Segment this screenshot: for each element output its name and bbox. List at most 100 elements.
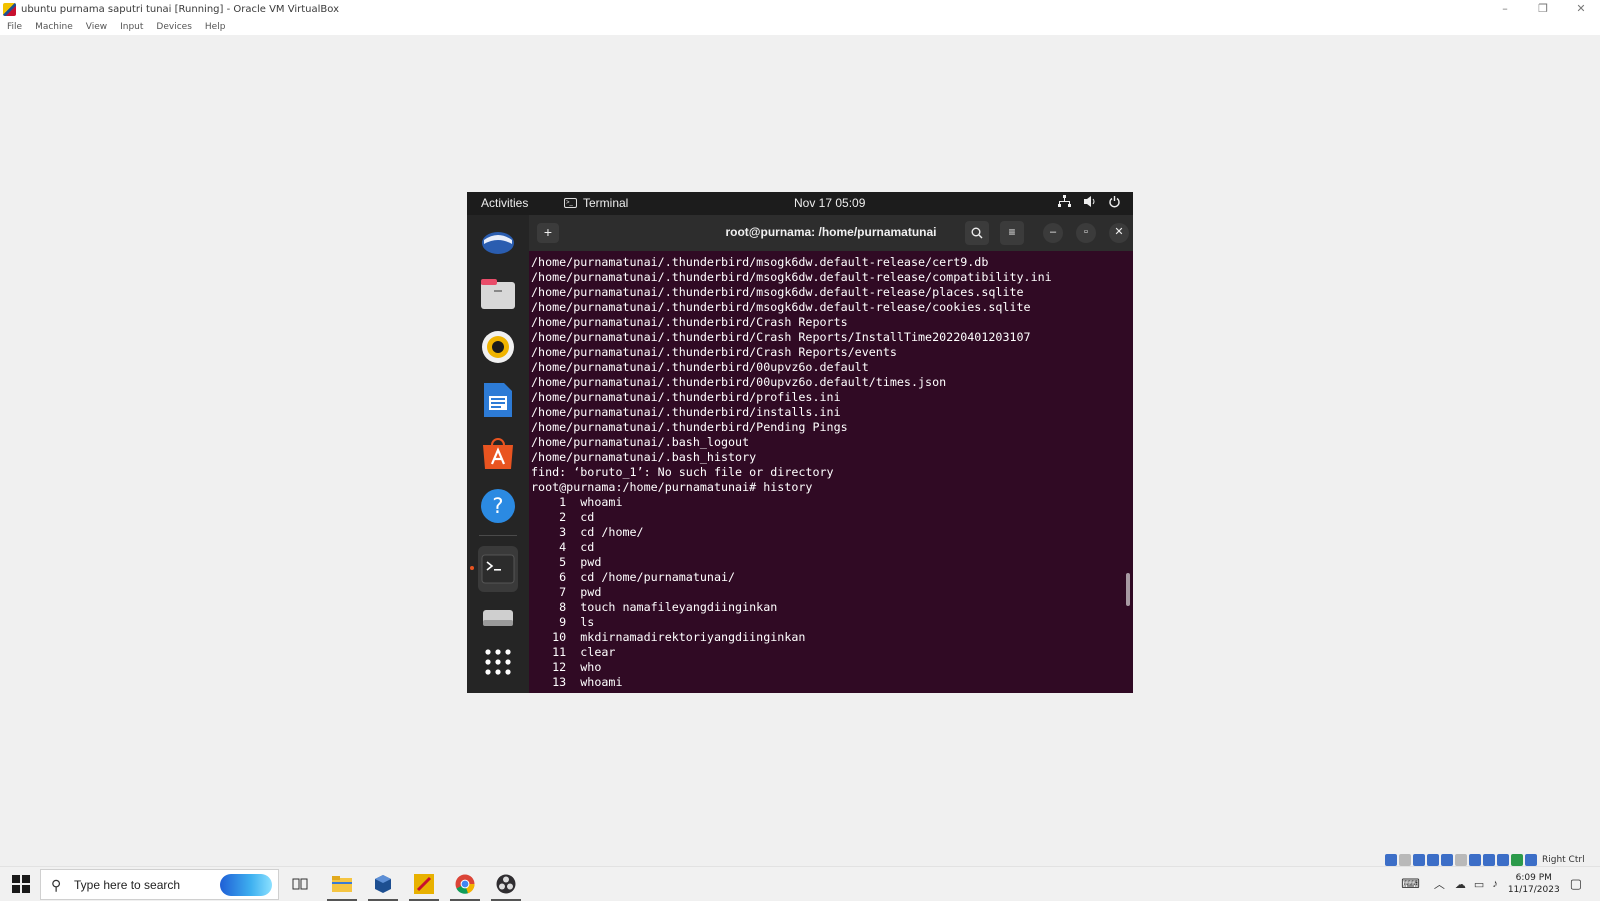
terminal-line: /home/purnamatunai/.thunderbird/msogk6dw… xyxy=(531,255,989,269)
app-menu-label: Terminal xyxy=(583,196,629,210)
terminal-line: /home/purnamatunai/.thunderbird/msogk6dw… xyxy=(531,285,1024,299)
taskbar-search[interactable]: ⚲ Type here to search xyxy=(40,869,279,900)
gnome-top-bar: Activities >_ Terminal Nov 17 05:09 xyxy=(467,192,1133,215)
mouse-status-icon[interactable] xyxy=(1511,853,1523,866)
display-status-icon[interactable] xyxy=(1469,853,1481,866)
terminal-icon[interactable] xyxy=(478,546,518,592)
task-view-icon[interactable] xyxy=(288,872,312,896)
obs-icon[interactable] xyxy=(491,872,521,901)
cpu-status-icon[interactable] xyxy=(1497,853,1509,866)
windows-taskbar: ⚲ Type here to search ⌨ ︿ ☁ ▭ ♪ 6:09 PM … xyxy=(0,866,1600,901)
hamburger-menu-icon[interactable]: ≡ xyxy=(1000,221,1024,245)
rhythmbox-icon[interactable] xyxy=(478,327,518,367)
show-hidden-icons-icon[interactable]: ︿ xyxy=(1434,876,1445,892)
terminal-line: 13 whoami xyxy=(531,675,623,689)
terminal-headerbar: + root@purnama: /home/purnamatunai ≡ – ▫… xyxy=(529,215,1133,251)
terminal-line: 8 touch namafileyangdiinginkan xyxy=(531,600,778,614)
windows-tray: ⌨ ︿ ☁ ▭ ♪ 6:09 PM 11/17/2023 ▢ xyxy=(1401,867,1600,901)
onedrive-icon[interactable]: ☁ xyxy=(1455,878,1466,891)
app-menu-terminal[interactable]: >_ Terminal xyxy=(564,196,628,210)
guest-screen[interactable]: Activities >_ Terminal Nov 17 05:09 ? + … xyxy=(467,192,1133,693)
maximize-icon[interactable]: ▫ xyxy=(1076,223,1096,243)
minimize-button[interactable]: – xyxy=(1486,0,1524,19)
terminal-line: find: ‘boruto_1’: No such file or direct… xyxy=(531,465,834,479)
dock-separator xyxy=(479,535,517,536)
files-icon[interactable] xyxy=(478,274,518,314)
shared-folder-status-icon[interactable] xyxy=(1455,853,1467,866)
drive-icon[interactable] xyxy=(478,603,518,633)
terminal-line: 12 who xyxy=(531,660,602,674)
power-icon[interactable] xyxy=(1108,195,1121,208)
terminal-line: /home/purnamatunai/.bash_logout xyxy=(531,435,750,449)
terminal-line: 4 cd xyxy=(531,540,595,554)
search-icon[interactable] xyxy=(965,221,989,245)
search-magnifier-icon: ⚲ xyxy=(51,877,62,893)
terminal-line: 9 ls xyxy=(531,615,595,629)
terminal-line: root@purnama:/home/purnamatunai# history xyxy=(531,480,813,494)
search-placeholder: Type here to search xyxy=(74,878,181,892)
keyboard-status-icon[interactable] xyxy=(1525,853,1537,866)
terminal-line: 10 mkdirnamadirektoriyangdiinginkan xyxy=(531,630,806,644)
menu-file[interactable]: File xyxy=(7,22,22,32)
terminal-line: /home/purnamatunai/.thunderbird/installs… xyxy=(531,405,841,419)
windows-clock[interactable]: 6:09 PM 11/17/2023 xyxy=(1508,872,1560,896)
menu-help[interactable]: Help xyxy=(205,22,226,32)
volume-icon[interactable] xyxy=(1083,195,1096,208)
clock-date: 11/17/2023 xyxy=(1507,885,1560,895)
recording-status-icon[interactable] xyxy=(1483,853,1495,866)
terminal-line: /home/purnamatunai/.thunderbird/Crash Re… xyxy=(531,315,848,329)
terminal-line: /home/purnamatunai/.thunderbird/Crash Re… xyxy=(531,345,897,359)
writer-icon[interactable] xyxy=(478,380,518,420)
input-language-icon[interactable]: ⌨ xyxy=(1401,876,1420,892)
menu-devices[interactable]: Devices xyxy=(156,22,191,32)
close-button[interactable]: ✕ xyxy=(1562,0,1600,19)
windows-start-icon[interactable] xyxy=(12,875,30,893)
terminal-line: /home/purnamatunai/.thunderbird/00upvz6o… xyxy=(531,360,869,374)
system-tray[interactable] xyxy=(1058,195,1121,208)
audio-status-icon[interactable] xyxy=(1413,853,1425,866)
menu-input[interactable]: Input xyxy=(120,22,143,32)
apps-grid-icon[interactable] xyxy=(478,642,518,682)
running-indicator xyxy=(470,566,474,570)
virtualbox-app-icon xyxy=(3,3,16,16)
minimize-icon[interactable]: – xyxy=(1043,223,1063,243)
terminal-line: /home/purnamatunai/.thunderbird/msogk6dw… xyxy=(531,300,1031,314)
thunderbird-icon[interactable] xyxy=(478,221,518,261)
file-explorer-icon[interactable] xyxy=(327,872,357,901)
network-tray-icon[interactable]: ▭ xyxy=(1474,878,1484,891)
bing-chat-icon[interactable] xyxy=(220,874,272,896)
hdd-status-icon[interactable] xyxy=(1385,853,1397,866)
guest-clock[interactable]: Nov 17 05:09 xyxy=(794,196,865,210)
menu-view[interactable]: View xyxy=(86,22,107,32)
restore-button[interactable]: ❐ xyxy=(1524,0,1562,19)
virtualbox-taskbar-icon[interactable] xyxy=(368,872,398,901)
terminal-line: 6 cd /home/purnamatunai/ xyxy=(531,570,736,584)
notification-center-icon[interactable]: ▢ xyxy=(1570,876,1582,892)
terminal-line: 11 clear xyxy=(531,645,616,659)
vm-running-taskbar-icon[interactable] xyxy=(409,872,439,901)
terminal-line: 3 cd /home/ xyxy=(531,525,644,539)
terminal-line: /home/purnamatunai/.thunderbird/Pending … xyxy=(531,420,848,434)
speaker-muted-icon[interactable]: ♪ xyxy=(1492,878,1498,890)
terminal-line: /home/purnamatunai/.bash_history xyxy=(531,450,757,464)
usb-status-icon[interactable] xyxy=(1441,853,1453,866)
chrome-icon[interactable] xyxy=(450,872,480,901)
network-icon[interactable] xyxy=(1058,195,1071,208)
virtualbox-titlebar: ubuntu purnama saputri tunai [Running] -… xyxy=(0,0,1600,19)
close-icon[interactable]: ✕ xyxy=(1109,223,1129,243)
menu-machine[interactable]: Machine xyxy=(35,22,73,32)
activities-button[interactable]: Activities xyxy=(481,196,528,210)
help-icon[interactable]: ? xyxy=(478,486,518,526)
terminal-line: /home/purnamatunai/.thunderbird/Crash Re… xyxy=(531,330,1031,344)
terminal-line: 1 whoami xyxy=(531,495,623,509)
network-status-icon[interactable] xyxy=(1427,853,1439,866)
virtualbox-menubar: File Machine View Input Devices Help xyxy=(0,19,1600,35)
terminal-output[interactable]: /home/purnamatunai/.thunderbird/msogk6dw… xyxy=(529,251,1133,693)
terminal-line: 2 cd xyxy=(531,510,595,524)
ubuntu-dock: ? xyxy=(467,215,529,693)
optical-status-icon[interactable] xyxy=(1399,853,1411,866)
terminal-line: /home/purnamatunai/.thunderbird/msogk6dw… xyxy=(531,270,1052,284)
terminal-line: /home/purnamatunai/.thunderbird/00upvz6o… xyxy=(531,375,947,389)
software-icon[interactable] xyxy=(478,433,518,473)
terminal-scrollbar[interactable] xyxy=(1126,573,1130,606)
